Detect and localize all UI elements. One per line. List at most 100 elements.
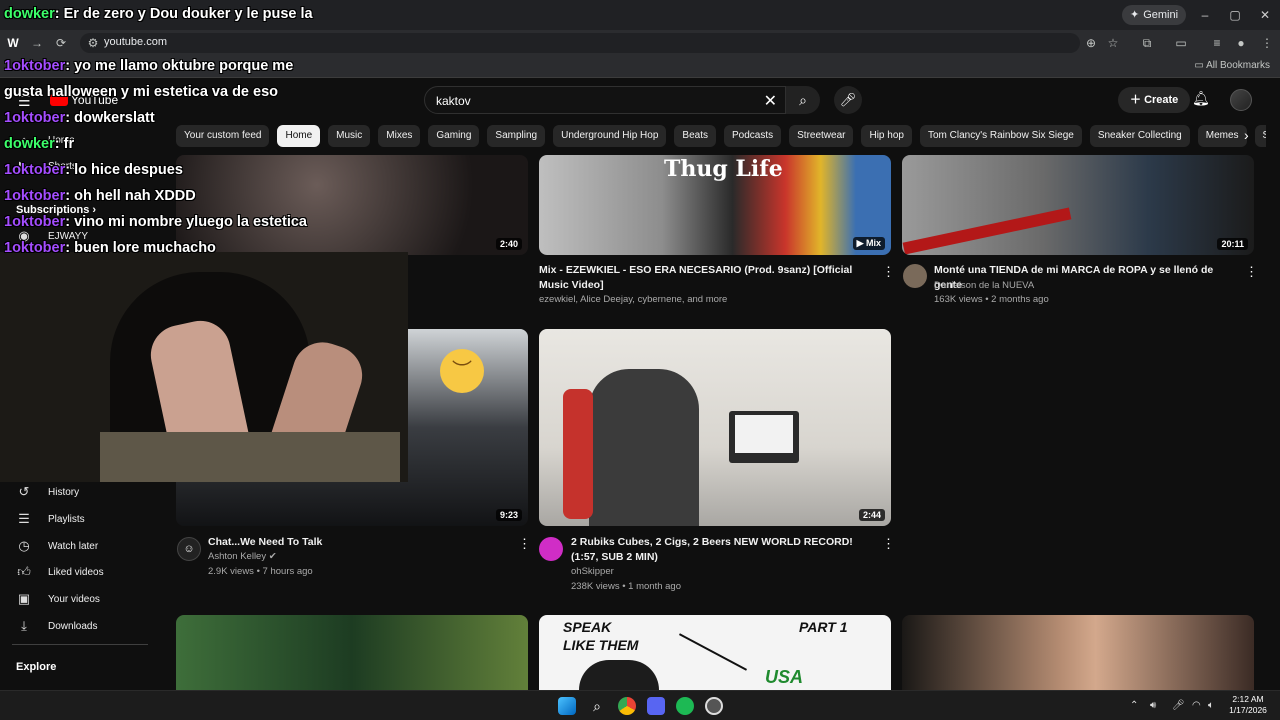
video-meta: 2.9K views • 7 hours ago [208,566,313,577]
maximize-button[interactable]: ▢ [1226,6,1244,24]
sidebar-item-liked-videos[interactable]: 👍︎ Liked videos [16,562,103,582]
address-bar[interactable]: ⚙ youtube.com [80,33,1080,53]
chip[interactable]: Tom Clancy's Rainbow Six Siege [919,125,1082,147]
voice-search-button[interactable]: 🎤︎ [834,86,862,114]
notifications-bell-icon[interactable]: 🔔︎ [1192,90,1210,107]
video-thumbnail-3[interactable]: 20:11 [902,155,1254,255]
chat-username[interactable]: 1oktober [4,240,65,256]
video-thumbnail-2[interactable]: Thug Life ▶︎ Mix [539,155,891,255]
chat-username[interactable]: 1oktober [4,58,65,74]
spotify-icon[interactable] [676,697,694,715]
site-w-icon[interactable]: W [4,34,22,52]
clear-search-icon[interactable]: ✕ [764,91,777,111]
chip[interactable]: Streetwear [789,125,854,147]
browser-menu-icon[interactable]: ⋮ [1258,34,1276,52]
chip[interactable]: Mixes [378,125,421,147]
tray-chevron-icon[interactable]: ⌃ [1130,700,1138,711]
sidebar-item-your-videos[interactable]: ▣ Your videos [16,589,100,609]
thumbnail-text: PART 1 [799,619,848,635]
video-thumbnail-8[interactable] [902,615,1254,690]
search-button[interactable]: ⌕ [786,86,820,114]
chip[interactable]: Hip hop [861,125,912,147]
video-channel[interactable]: Danielson de la NUEVA [934,279,1034,293]
sidebar-item-downloads[interactable]: ⤓ Downloads [16,616,97,636]
chat-username[interactable]: dowker [4,6,55,22]
reload-icon[interactable]: ⟳ [52,34,70,52]
video-title[interactable]: 2 Rubiks Cubes, 2 Cigs, 2 Beers NEW WORL… [571,535,871,565]
channel-avatar[interactable] [539,537,563,561]
thumbs-up-icon: 👍︎ [17,564,31,579]
chip[interactable]: Beats [674,125,716,147]
chat-separator: : [54,136,64,152]
close-window-button[interactable]: ✕ [1256,6,1274,24]
channel-avatar[interactable]: ☺ [177,537,201,561]
video-channel[interactable]: ohSkipper [571,565,614,579]
channel-avatar[interactable] [903,264,927,288]
video-thumbnail-1[interactable]: 2:40 [176,155,528,255]
chat-username[interactable]: dowker [4,136,55,152]
video-title[interactable]: Mix - EZEWKIEL - ESO ERA NECESARIO (Prod… [539,263,869,293]
install-icon[interactable]: ⊕ [1082,34,1100,52]
chat-username[interactable]: 1oktober [4,188,65,204]
system-clock[interactable]: 2:12 AM 1/17/2026 [1222,694,1274,716]
chip[interactable]: Ska [1254,125,1266,147]
forward-icon[interactable]: → [28,34,46,52]
chat-username[interactable]: 1oktober [4,214,65,230]
more-options-icon[interactable]: ⋮ [518,536,531,552]
sidebar-divider [12,644,148,645]
chip[interactable]: Sneaker Collecting [1089,125,1190,147]
app-icon[interactable] [705,697,723,715]
sidebar-item-playlists[interactable]: ☰ Playlists [16,509,85,529]
sidebar-item-history[interactable]: ↺ History [16,482,80,502]
video-channel[interactable]: ezewkiel, Alice Deejay, cybernene, and m… [539,293,727,307]
reading-list-icon[interactable]: ≡ [1208,34,1226,52]
video-meta: 163K views • 2 months ago [934,294,1049,305]
account-avatar[interactable] [1230,89,1252,111]
create-button[interactable]: ＋ Create [1118,87,1191,113]
chrome-icon[interactable] [618,697,636,715]
extensions-icon[interactable]: ⧉ [1138,34,1156,52]
chat-message: 1oktober: yo me llamo oktubre porque me [4,58,293,74]
site-info-icon[interactable]: ⚙ [84,34,102,52]
chip[interactable]: Sampling [487,125,546,147]
volume-icon[interactable]: 🔊︎ [1150,700,1156,711]
video-thumbnail-7[interactable]: SPEAK LIKE THEM PART 1 USA [539,615,891,690]
chat-text: dowkerslatt [74,110,155,126]
chip[interactable]: Music [328,125,371,147]
search-input[interactable]: kaktov ✕ [424,86,786,114]
search-icon[interactable]: ⌕ [588,697,606,715]
chip[interactable]: Memes [1197,125,1247,147]
bookmark-star-icon[interactable]: ☆ [1104,34,1122,52]
more-options-icon[interactable]: ⋮ [882,536,895,552]
gemini-label: Gemini [1143,9,1179,21]
start-icon[interactable] [558,697,576,715]
video-thumbnail-5[interactable]: 2:44 [539,329,891,526]
chevron-right-icon[interactable]: › [1244,127,1249,143]
profile-icon[interactable]: ● [1232,34,1250,52]
video-title[interactable]: Chat...We Need To Talk [208,535,508,550]
sidebar-item-watch-later[interactable]: ◷ Watch later [16,536,98,556]
chat-username[interactable]: 1oktober [4,110,65,126]
chip[interactable]: Your custom feed [176,125,270,147]
split-view-icon[interactable]: ▭ [1172,34,1190,52]
speaker-icon[interactable]: 🔈︎ [1208,700,1214,711]
chip[interactable]: Podcasts [723,125,782,147]
chat-message: 1oktober: oh hell nah XDDD [4,188,196,204]
mic-tray-icon[interactable]: 🎤︎ [1172,700,1185,711]
chat-message: gusta halloween y mi estetica va de eso [4,84,278,100]
discord-icon[interactable] [647,697,665,715]
chip[interactable]: Gaming [428,125,480,147]
gemini-button[interactable]: ✦ Gemini [1122,5,1187,25]
video-channel[interactable]: Ashton Kelley ✔ [208,550,277,564]
red-carpet [902,207,1072,255]
chip[interactable]: Underground Hip Hop [553,125,667,147]
video-thumbnail-6[interactable] [176,615,528,690]
chip[interactable]: Home [277,125,321,147]
minimize-button[interactable]: – [1196,6,1214,24]
more-options-icon[interactable]: ⋮ [882,264,895,280]
chat-username[interactable]: 1oktober [4,162,65,178]
more-options-icon[interactable]: ⋮ [1245,264,1258,280]
all-bookmarks[interactable]: ▭ All Bookmarks [1194,60,1270,71]
chat-separator: : [54,6,64,22]
wifi-icon[interactable]: ◠ [1192,700,1201,711]
